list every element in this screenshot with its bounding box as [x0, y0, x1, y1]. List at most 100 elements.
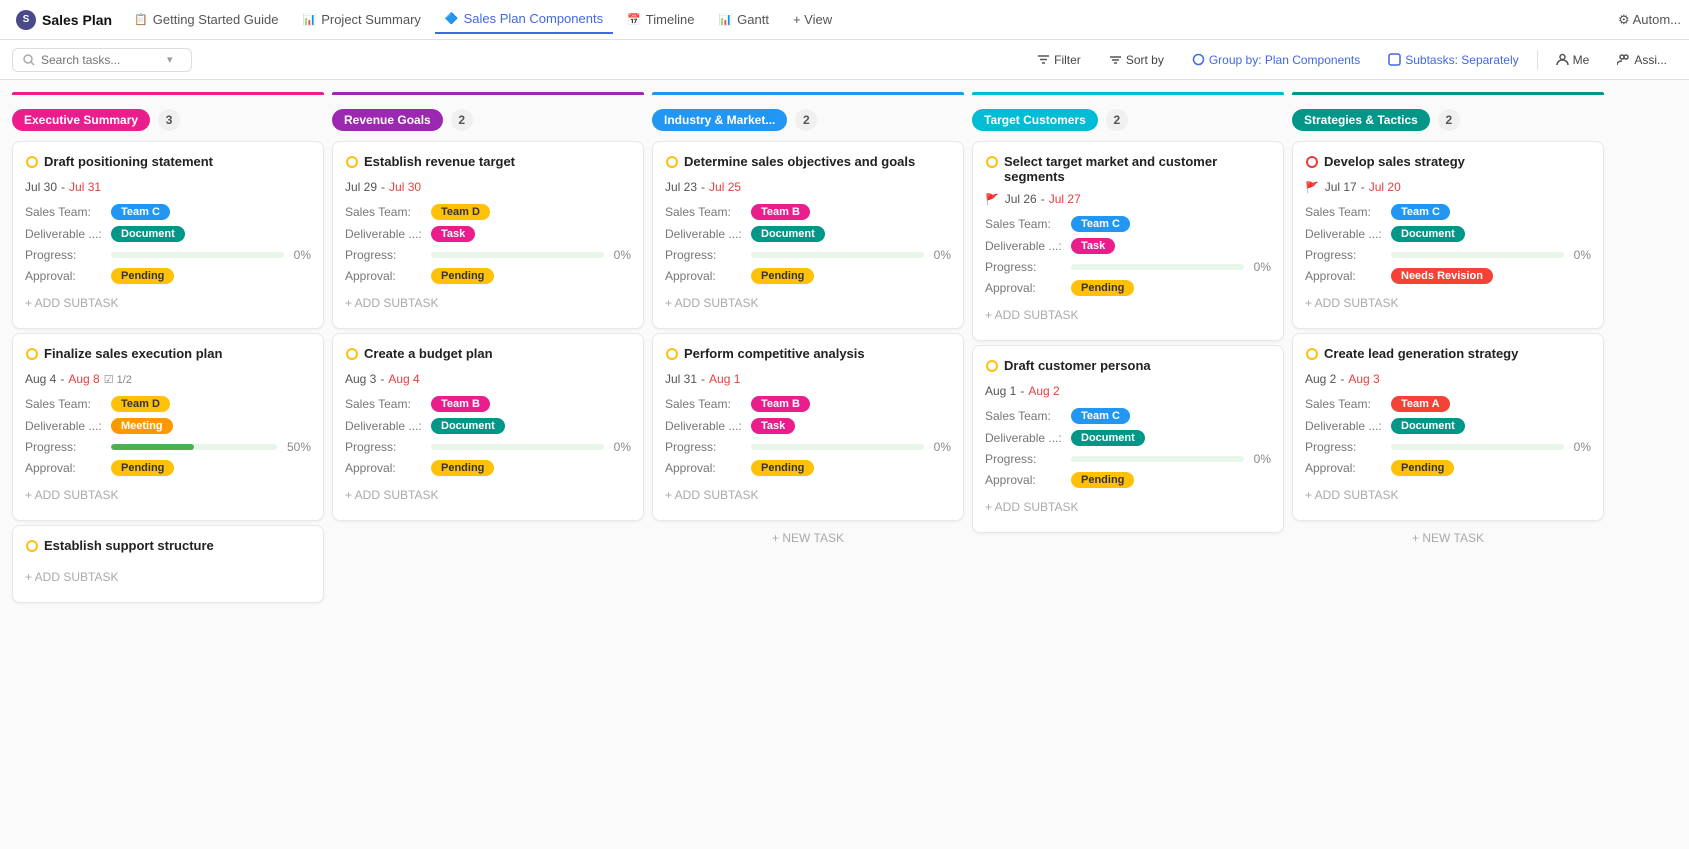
progress-label: Progress: [1305, 248, 1385, 262]
task-card[interactable]: Draft positioning statementJul 30 - Jul … [12, 141, 324, 329]
search-box[interactable]: ▾ [12, 48, 192, 72]
approval-row: Approval:Pending [25, 460, 311, 476]
task-card[interactable]: Draft customer personaAug 1 - Aug 2Sales… [972, 345, 1284, 533]
filter-button[interactable]: Filter [1027, 49, 1091, 71]
tab-getting-started[interactable]: 📋 Getting Started Guide [124, 6, 288, 33]
progress-pct: 50% [287, 440, 311, 454]
progress-pct: 0% [294, 248, 311, 262]
field-label: Deliverable ...: [25, 419, 105, 433]
approval-tag: Pending [111, 460, 174, 476]
date-end: Aug 4 [388, 372, 419, 386]
approval-label: Approval: [665, 269, 745, 283]
toolbar-divider [1537, 50, 1538, 70]
card-title-text: Develop sales strategy [1324, 154, 1465, 169]
tab-sales-plan-components[interactable]: 🔷 Sales Plan Components [435, 5, 613, 34]
progress-row: Progress:0% [1305, 248, 1591, 262]
task-card[interactable]: Establish revenue targetJul 29 - Jul 30S… [332, 141, 644, 329]
progress-label: Progress: [345, 248, 425, 262]
app-title: Sales Plan [42, 12, 112, 28]
new-task-button[interactable]: + NEW TASK [652, 525, 964, 551]
col-header: Strategies & Tactics2 [1292, 103, 1604, 141]
add-subtask-button[interactable]: + ADD SUBTASK [665, 290, 951, 316]
tab-timeline[interactable]: 📅 Timeline [617, 6, 704, 33]
tab-project-summary[interactable]: 📊 Project Summary [293, 6, 431, 33]
search-dropdown[interactable]: ▾ [167, 53, 173, 66]
date-separator: - [1340, 372, 1344, 386]
search-input[interactable] [41, 53, 161, 67]
card-title: Create lead generation strategy [1305, 346, 1591, 364]
date-separator: - [701, 372, 705, 386]
tab-icon: 📅 [627, 13, 641, 26]
task-card[interactable]: Create lead generation strategyAug 2 - A… [1292, 333, 1604, 521]
card-title-text: Perform competitive analysis [684, 346, 865, 361]
progress-row: Progress:0% [1305, 440, 1591, 454]
date-start: Jul 23 [665, 180, 697, 194]
progress-pct: 0% [614, 248, 631, 262]
add-subtask-button[interactable]: + ADD SUBTASK [985, 494, 1271, 520]
add-subtask-button[interactable]: + ADD SUBTASK [345, 482, 631, 508]
date-row: 🚩Jul 26 - Jul 27 [985, 192, 1271, 206]
add-subtask-button[interactable]: + ADD SUBTASK [345, 290, 631, 316]
add-subtask-button[interactable]: + ADD SUBTASK [25, 290, 311, 316]
status-icon [665, 347, 679, 364]
card-title-text: Finalize sales execution plan [44, 346, 222, 361]
subtasks-button[interactable]: Subtasks: Separately [1378, 49, 1528, 71]
group-button[interactable]: Group by: Plan Components [1182, 49, 1370, 71]
add-subtask-button[interactable]: + ADD SUBTASK [1305, 482, 1591, 508]
field-row: Deliverable ...:Document [345, 418, 631, 434]
card-title-text: Establish revenue target [364, 154, 515, 169]
field-tag: Team B [751, 396, 810, 412]
add-subtask-button[interactable]: + ADD SUBTASK [665, 482, 951, 508]
task-card[interactable]: Perform competitive analysis Jul 31 - Aug… [652, 333, 964, 521]
approval-row: Approval:Pending [985, 280, 1271, 296]
col-label: Target Customers [972, 109, 1098, 131]
assign-button[interactable]: Assi... [1607, 49, 1677, 71]
tab-view-add[interactable]: + View [783, 6, 842, 33]
approval-row: Approval:Pending [985, 472, 1271, 488]
date-separator: - [60, 372, 64, 386]
field-row: Deliverable ...:Document [665, 226, 951, 242]
task-card[interactable]: Establish support structure+ ADD SUBTASK [12, 525, 324, 603]
date-row: Jul 31 - Aug 1 [665, 372, 951, 386]
task-card[interactable]: Develop sales strategy🚩Jul 17 - Jul 20Sa… [1292, 141, 1604, 329]
me-button[interactable]: Me [1546, 49, 1600, 71]
field-tag: Meeting [111, 418, 173, 434]
date-separator: - [1041, 192, 1045, 206]
date-row: Aug 1 - Aug 2 [985, 384, 1271, 398]
task-card[interactable]: Create a budget planAug 3 - Aug 4Sales T… [332, 333, 644, 521]
add-subtask-button[interactable]: + ADD SUBTASK [985, 302, 1271, 328]
subtasks-label: Subtasks: Separately [1405, 53, 1518, 67]
field-label: Sales Team: [345, 205, 425, 219]
col-count: 2 [1106, 109, 1128, 131]
date-start: Jul 17 [1325, 180, 1357, 194]
field-tag: Team C [1071, 216, 1130, 232]
field-tag: Team A [1391, 396, 1450, 412]
date-end: Aug 1 [709, 372, 740, 386]
field-label: Sales Team: [1305, 397, 1385, 411]
new-task-button[interactable]: + NEW TASK [1292, 525, 1604, 551]
field-row: Sales Team:Team B [665, 396, 951, 412]
task-card[interactable]: Finalize sales execution planAug 4 - Aug… [12, 333, 324, 521]
add-subtask-button[interactable]: + ADD SUBTASK [25, 482, 311, 508]
task-card[interactable]: Select target market and customer segmen… [972, 141, 1284, 341]
field-label: Deliverable ...: [1305, 419, 1385, 433]
task-card[interactable]: Determine sales objectives and goals Jul … [652, 141, 964, 329]
card-title: Develop sales strategy [1305, 154, 1591, 172]
field-label: Deliverable ...: [345, 419, 425, 433]
add-subtask-button[interactable]: + ADD SUBTASK [1305, 290, 1591, 316]
tab-label: + View [793, 12, 832, 27]
tab-gantt[interactable]: 📊 Gantt [708, 6, 779, 33]
date-start: Jul 26 [1005, 192, 1037, 206]
progress-label: Progress: [25, 440, 105, 454]
col-count: 3 [158, 109, 180, 131]
add-subtask-button[interactable]: + ADD SUBTASK [25, 564, 311, 590]
date-start: Aug 3 [345, 372, 376, 386]
status-icon [25, 539, 39, 556]
approval-tag: Pending [1391, 460, 1454, 476]
progress-label: Progress: [25, 248, 105, 262]
field-row: Deliverable ...:Document [985, 430, 1271, 446]
date-separator: - [380, 372, 384, 386]
date-end: Jul 30 [389, 180, 421, 194]
sort-button[interactable]: Sort by [1099, 49, 1174, 71]
card-title-text: Determine sales objectives and goals [684, 154, 915, 169]
